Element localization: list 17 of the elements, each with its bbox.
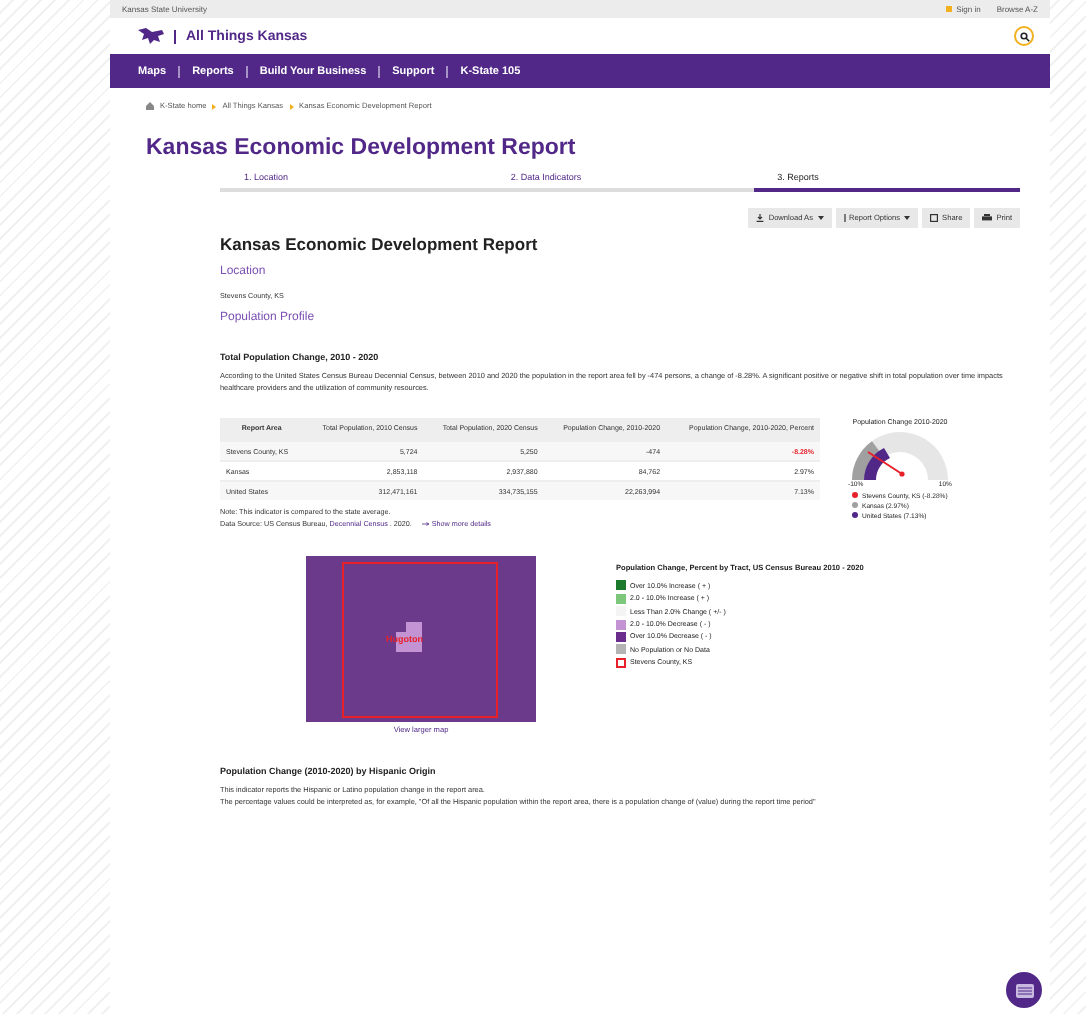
share-icon	[930, 214, 939, 222]
chevron-icon	[212, 103, 217, 109]
caret-icon	[904, 216, 911, 220]
chat-button[interactable]	[1006, 972, 1042, 1008]
report-title: Kansas Economic Development Report	[220, 234, 540, 254]
download-icon	[756, 214, 765, 222]
printer-icon	[982, 214, 993, 222]
wildcat-logo-icon[interactable]	[138, 28, 164, 44]
page-title: Kansas Economic Development Report	[146, 136, 578, 160]
search-button[interactable]	[1014, 26, 1034, 46]
arrow-icon	[421, 522, 430, 526]
search-icon	[1019, 31, 1029, 41]
caret-icon	[817, 216, 823, 220]
chevron-icon	[289, 103, 294, 109]
chat-icon	[1015, 983, 1033, 997]
gauge-drawing	[848, 427, 952, 479]
home-icon[interactable]	[146, 102, 154, 110]
